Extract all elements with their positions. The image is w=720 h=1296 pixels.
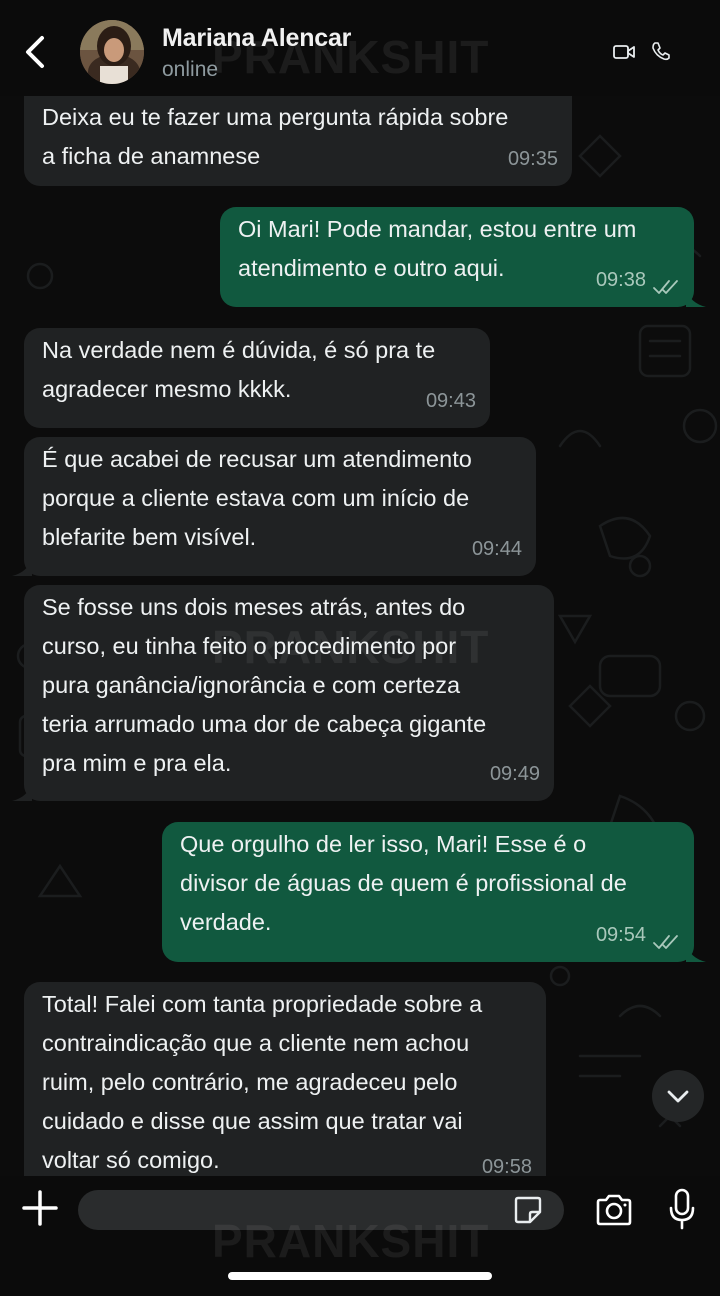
avatar[interactable] xyxy=(80,20,144,84)
bubble-tail xyxy=(686,289,706,307)
message-line: curso, eu tinha feito o procedimento por xyxy=(42,633,457,659)
bubble-tail xyxy=(12,783,32,801)
message-line: É que acabei de recusar um atendimento xyxy=(42,446,472,472)
plus-icon[interactable] xyxy=(22,1190,58,1226)
message-line: pra mim e pra ela. xyxy=(42,750,232,776)
home-indicator[interactable] xyxy=(228,1272,492,1280)
message-line: a ficha de anamnese xyxy=(42,143,261,169)
message-line: Deixa eu te fazer uma pergunta rápida so… xyxy=(42,104,509,130)
message-line: divisor de águas de quem é profissional … xyxy=(180,870,627,896)
message-line: Que orgulho de ler isso, Mari! Esse é o xyxy=(180,831,587,857)
message-line: Oi Mari! Pode mandar, estou entre um xyxy=(238,216,637,242)
message-time: 09:35 xyxy=(507,148,558,170)
message-line: porque a cliente estava com um início de xyxy=(42,485,470,511)
chat-header: Mariana Alencar online xyxy=(0,0,720,96)
chevron-left-icon[interactable] xyxy=(18,32,54,72)
contact-status: online xyxy=(162,58,219,81)
bubble-tail xyxy=(12,558,32,576)
message-composer xyxy=(0,1176,720,1296)
message-bubble-outgoing[interactable]: Oi Mari! Pode mandar, estou entre um ate… xyxy=(220,207,706,307)
message-line: Total! Falei com tanta propriedade sobre… xyxy=(42,991,483,1017)
message-line: ruim, pelo contrário, me agradeceu pelo xyxy=(42,1069,458,1095)
message-bubble-outgoing[interactable]: Que orgulho de ler isso, Mari! Esse é o … xyxy=(162,822,706,962)
scroll-to-bottom-button[interactable] xyxy=(652,1070,704,1122)
contact-name[interactable]: Mariana Alencar xyxy=(162,24,351,53)
message-bubble-incoming[interactable]: Deixa eu te fazer uma pergunta rápida so… xyxy=(24,96,572,186)
message-time: 09:43 xyxy=(425,390,476,412)
message-line: contraindicação que a cliente nem achou xyxy=(42,1030,470,1056)
message-line: agradecer mesmo kkkk. xyxy=(42,376,292,402)
message-time: 09:44 xyxy=(471,538,522,560)
message-line: cuidado e disse que assim que tratar vai xyxy=(42,1108,463,1134)
message-time: 09:49 xyxy=(489,763,540,785)
message-line: Se fosse uns dois meses atrás, antes do xyxy=(42,594,466,620)
microphone-icon[interactable] xyxy=(668,1188,696,1230)
message-line: voltar só comigo. xyxy=(42,1147,220,1173)
double-check-icon xyxy=(653,935,678,949)
message-bubble-incoming[interactable]: É que acabei de recusar um atendimento p… xyxy=(12,437,536,576)
message-bubble-incoming[interactable]: Se fosse uns dois meses atrás, antes do … xyxy=(12,585,554,801)
double-check-icon xyxy=(653,280,678,294)
message-line: pura ganância/ignorância e com certeza xyxy=(42,672,461,698)
sticker-icon[interactable] xyxy=(512,1194,544,1226)
video-camera-icon[interactable] xyxy=(612,42,636,62)
chevron-down-icon xyxy=(667,1090,689,1103)
phone-icon[interactable] xyxy=(650,40,672,62)
message-text: Deixa eu te fazer uma pergunta rápida so… xyxy=(42,98,558,176)
message-bubble-incoming[interactable]: Na verdade nem é dúvida, é só pra te agr… xyxy=(24,328,490,428)
message-input[interactable] xyxy=(78,1190,564,1230)
bubble-tail xyxy=(686,944,706,962)
message-text: É que acabei de recusar um atendimento p… xyxy=(42,440,522,557)
message-line: teria arrumado uma dor de cabeça gigante xyxy=(42,711,487,737)
avatar-image xyxy=(80,20,144,84)
message-time: 09:38 xyxy=(595,269,646,291)
message-line: blefarite bem visível. xyxy=(42,524,257,550)
message-text: Na verdade nem é dúvida, é só pra te agr… xyxy=(42,331,476,409)
message-time: 09:54 xyxy=(595,924,646,946)
message-line: Na verdade nem é dúvida, é só pra te xyxy=(42,337,436,363)
message-text: Se fosse uns dois meses atrás, antes do … xyxy=(42,588,540,783)
message-text: Total! Falei com tanta propriedade sobre… xyxy=(42,985,532,1180)
camera-icon[interactable] xyxy=(594,1192,634,1228)
